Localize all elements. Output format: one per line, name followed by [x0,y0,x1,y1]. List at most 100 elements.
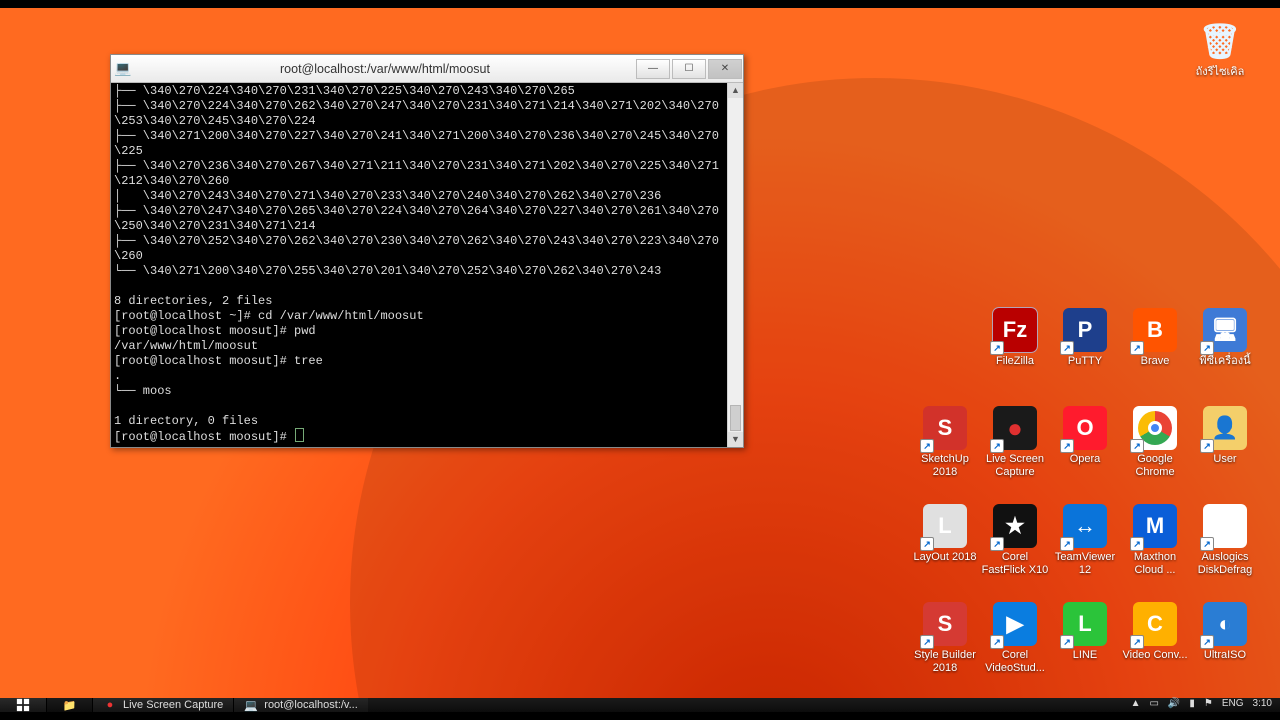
tray-flag-icon[interactable]: ⚑ [1204,698,1213,709]
shortcut-arrow-icon: ↗ [990,537,1004,551]
desktop-icon-live-screen-capture[interactable]: ●↗ Live Screen Capture [980,406,1050,504]
desktop-icon-maxthon[interactable]: M↗ Maxthon Cloud ... [1120,504,1190,602]
record-icon: ● [103,698,117,712]
desktop-icon-layout[interactable]: L↗ LayOut 2018 [910,504,980,602]
desktop-icon-videoconv[interactable]: C↗Video Conv... [1120,602,1190,698]
desktop-icon-opera[interactable]: O↗ Opera [1050,406,1120,504]
tray-volume-icon[interactable]: 🔊 [1168,698,1180,709]
system-tray[interactable]: ▲ ▭ 🔊 ▮ ⚑ ENG 3:10 [1131,698,1280,709]
desktop-icon-putty[interactable]: P↗ PuTTY [1050,308,1120,406]
icon-label: Opera [1070,453,1101,466]
cursor-icon [296,429,303,441]
shortcut-arrow-icon: ↗ [920,439,934,453]
scrollbar[interactable]: ▲ ▼ [727,83,743,447]
tray-chevron-icon[interactable]: ▲ [1131,698,1141,709]
icon-label: Style Builder 2018 [910,649,980,674]
layout-icon: L↗ [923,504,967,548]
close-button[interactable]: ✕ [708,59,742,79]
icon-label: Auslogics DiskDefrag [1190,551,1260,576]
icon-label: UltraISO [1204,649,1246,662]
letterbox-top [0,0,1280,8]
icon-label: LINE [1073,649,1097,662]
taskbar-item-putty[interactable]: 💻 root@localhost:/v... [233,698,368,712]
desktop-icon-teamviewer[interactable]: ↔↗TeamViewer 12 [1050,504,1120,602]
scroll-up-icon[interactable]: ▲ [728,83,743,98]
desktop-icon-this-pc[interactable]: 🖥↗ พีซีเครื่องนี้ [1190,308,1260,406]
taskbar-item-lsc[interactable]: ● Live Screen Capture [92,698,233,712]
desktop-icon-stylebuilder[interactable]: S↗Style Builder 2018 [910,602,980,698]
taskbar-explorer[interactable]: 📁 [46,698,92,712]
maximize-button[interactable]: ☐ [672,59,706,79]
putty-icon: P↗ [1063,308,1107,352]
icon-label: Corel VideoStud... [980,649,1050,674]
icon-label: Live Screen Capture [980,453,1050,478]
desktop-icon-chrome[interactable]: ↗Google Chrome [1120,406,1190,504]
tray-action-center-icon[interactable]: ▭ [1149,698,1158,709]
maxthon-icon: M↗ [1133,504,1177,548]
desktop-icon-line[interactable]: L↗ LINE [1050,602,1120,698]
window-title: root@localhost:/var/www/html/moosut [135,62,635,76]
icon-label: Maxthon Cloud ... [1120,551,1190,576]
shortcut-arrow-icon: ↗ [920,537,934,551]
scroll-thumb[interactable] [730,405,741,431]
shortcut-arrow-icon: ↗ [1130,439,1144,453]
desktop-icon-filezilla[interactable]: Fz↗FileZilla [980,308,1050,406]
recycle-bin[interactable]: 🗑 ถังรีไซเคิล [1185,20,1255,79]
tray-lang[interactable]: ENG [1222,698,1244,709]
shortcut-arrow-icon: ↗ [1060,341,1074,355]
icon-label: PuTTY [1068,355,1102,368]
ultraiso-icon: ◐↗ [1203,602,1247,646]
shortcut-arrow-icon: ↗ [1200,439,1214,453]
line-icon: L↗ [1063,602,1107,646]
icon-label: Google Chrome [1120,453,1190,478]
icon-label: TeamViewer 12 [1050,551,1120,576]
desktop[interactable]: 🗑 ถังรีไซเคิล 💻 root@localhost:/var/www/… [0,8,1280,698]
opera-icon: O↗ [1063,406,1107,450]
shortcut-arrow-icon: ↗ [1130,635,1144,649]
icon-label: พีซีเครื่องนี้ [1199,355,1250,368]
folder-icon: 📁 [63,699,77,712]
start-button[interactable] [0,698,46,712]
letterbox-bottom [0,712,1280,720]
live-screen-capture-icon: ●↗ [993,406,1037,450]
shortcut-arrow-icon: ↗ [990,635,1004,649]
auslogics-icon: ▦↗ [1203,504,1247,548]
taskbar[interactable]: 📁 ● Live Screen Capture 💻 root@localhost… [0,698,1280,712]
shortcut-arrow-icon: ↗ [1200,341,1214,355]
desktop-icon-ultraiso[interactable]: ◐↗ UltraISO [1190,602,1260,698]
tray-clock[interactable]: 3:10 [1253,699,1272,709]
shortcut-arrow-icon: ↗ [1200,635,1214,649]
filezilla-icon: Fz↗ [993,308,1037,352]
desktop-icon-auslogics[interactable]: ▦↗ Auslogics DiskDefrag [1190,504,1260,602]
terminal-window[interactable]: 💻 root@localhost:/var/www/html/moosut — … [110,54,744,448]
this-pc-icon: 🖥↗ [1203,308,1247,352]
icon-label: Brave [1141,355,1170,368]
icon-label: LayOut 2018 [914,551,977,564]
desktop-icon-videostudio[interactable]: ▶↗Corel VideoStud... [980,602,1050,698]
desktop-icon-sketchup[interactable]: S↗SketchUp 2018 [910,406,980,504]
shortcut-arrow-icon: ↗ [990,341,1004,355]
windows-icon [15,698,31,712]
desktop-icon-fastflick[interactable]: ★↗ Corel FastFlick X10 [980,504,1050,602]
brave-icon: B↗ [1133,308,1177,352]
minimize-button[interactable]: — [636,59,670,79]
icon-label: Corel FastFlick X10 [980,551,1050,576]
chrome-icon: ↗ [1133,406,1177,450]
desktop-icon-user[interactable]: 👤↗User [1190,406,1260,504]
scroll-down-icon[interactable]: ▼ [728,432,743,447]
videoconv-icon: C↗ [1133,602,1177,646]
terminal-text: ├── \340\270\224\340\270\231\340\270\225… [114,84,719,444]
shortcut-arrow-icon: ↗ [1060,635,1074,649]
desktop-icon-brave[interactable]: B↗ Brave [1120,308,1190,406]
shortcut-arrow-icon: ↗ [1200,537,1214,551]
putty-icon: 💻 [244,698,258,712]
fastflick-icon: ★↗ [993,504,1037,548]
titlebar[interactable]: 💻 root@localhost:/var/www/html/moosut — … [111,55,743,83]
shortcut-arrow-icon: ↗ [990,439,1004,453]
shortcut-arrow-icon: ↗ [920,635,934,649]
terminal-body[interactable]: ├── \340\270\224\340\270\231\340\270\225… [111,83,727,447]
icon-label: SketchUp 2018 [910,453,980,478]
tray-network-icon[interactable]: ▮ [1189,698,1195,709]
recycle-icon: 🗑 [1198,20,1242,64]
shortcut-arrow-icon: ↗ [1060,537,1074,551]
